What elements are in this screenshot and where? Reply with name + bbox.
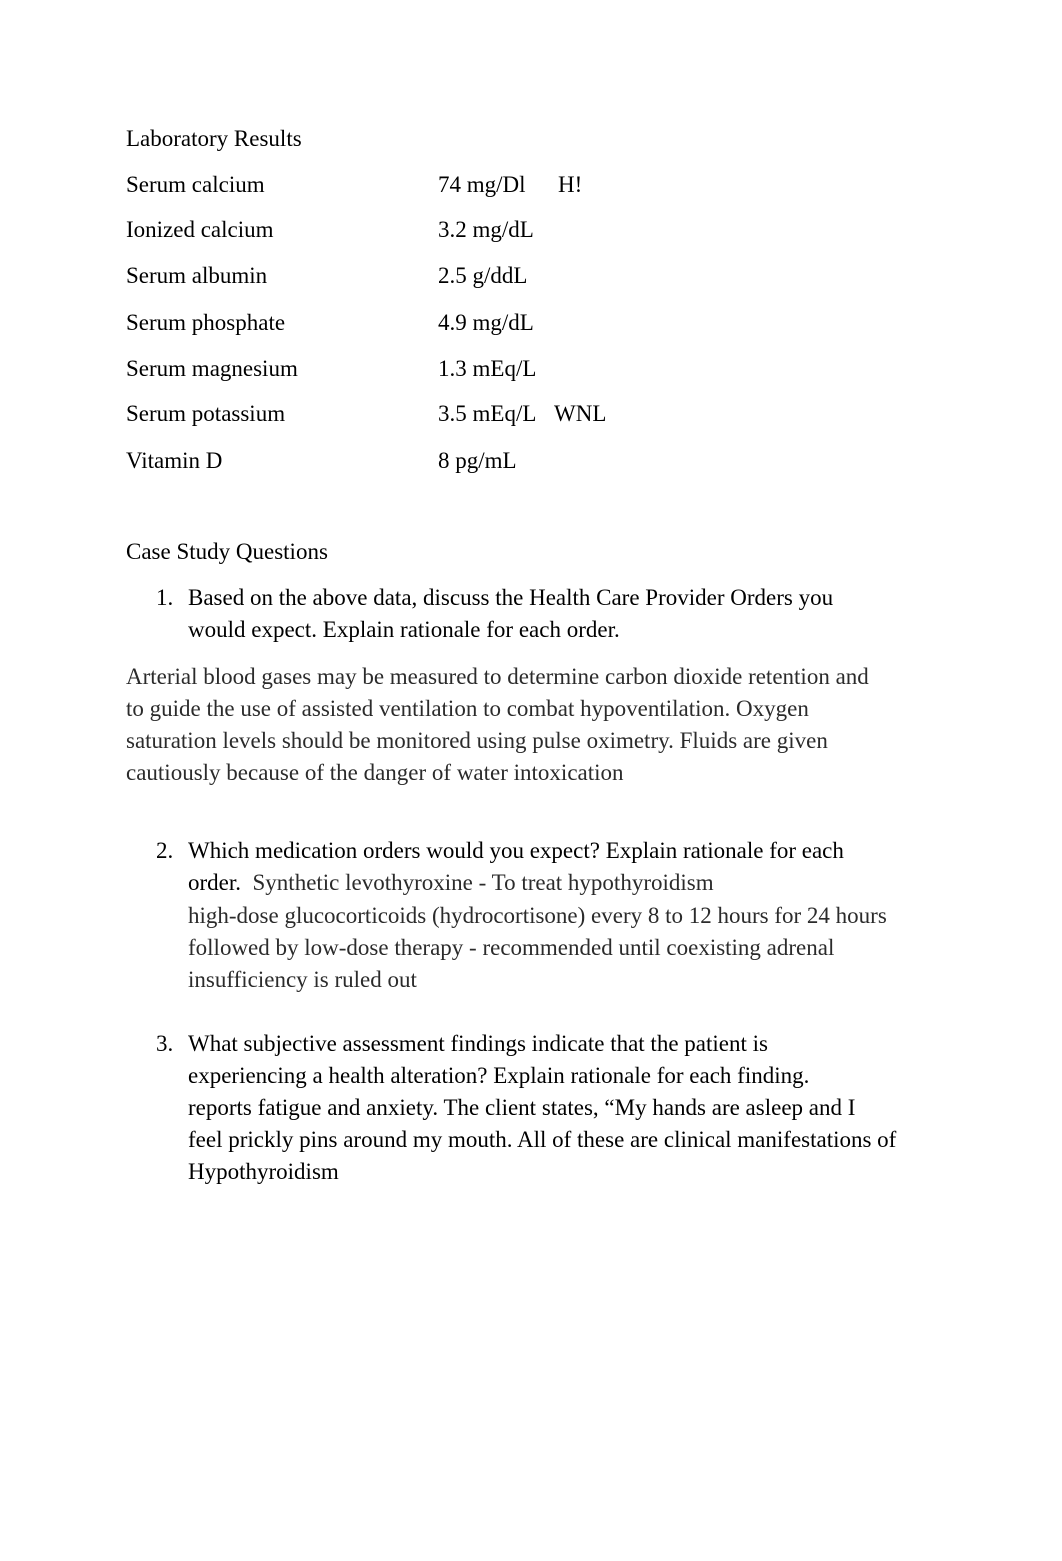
question-text: Which medication orders would you expect…	[188, 835, 844, 899]
lab-name: Serum calcium	[126, 172, 265, 197]
lab-flag-high: H!	[558, 172, 583, 197]
lab-name: Serum albumin	[126, 263, 268, 288]
answer-line: to guide the use of assisted ventilation…	[126, 696, 809, 721]
lab-flag-wnl: WNL	[554, 401, 607, 426]
question-text: What subjective assessment findings indi…	[188, 1028, 809, 1092]
answer-line: high-dose glucocorticoids (hydrocortison…	[188, 903, 887, 928]
answer-line: Arterial blood gases may be measured to …	[126, 664, 869, 689]
answer-line: saturation levels should be monitored us…	[126, 728, 828, 753]
question-line: Which medication orders would you expect…	[188, 838, 844, 863]
question-line: What subjective assessment findings indi…	[188, 1031, 768, 1056]
lab-value: 3.2 mg/dL	[438, 217, 534, 242]
lab-value: 74 mg/Dl	[438, 172, 526, 197]
question-number: 1.	[156, 585, 174, 610]
lab-name: Ionized calcium	[126, 217, 274, 242]
answer-line: Hypothyroidism	[188, 1159, 339, 1184]
question-line-mixed: order. Synthetic levothyroxine - To trea…	[188, 867, 844, 899]
lab-value: 3.5 mEq/L	[438, 401, 537, 426]
answer-line: insufficiency is ruled out	[188, 967, 417, 992]
question-line: experiencing a health alteration? Explai…	[188, 1063, 810, 1088]
question-number: 3.	[156, 1031, 174, 1056]
lab-value: 8 pg/mL	[438, 448, 517, 473]
answer-3: reports fatigue and anxiety. The client …	[188, 1092, 896, 1188]
answer-line: feel prickly pins around my mouth. All o…	[188, 1127, 897, 1152]
question-line: Based on the above data, discuss the Hea…	[188, 585, 834, 610]
question-line: would expect. Explain rationale for each…	[188, 617, 620, 642]
answer-line: followed by low-dose therapy - recommend…	[188, 935, 835, 960]
case-study-title: Case Study Questions	[126, 539, 328, 564]
lab-name: Serum phosphate	[126, 310, 286, 335]
answer-1: Arterial blood gases may be measured to …	[126, 661, 869, 789]
answer-line: reports fatigue and anxiety. The client …	[188, 1095, 856, 1120]
lab-value: 4.9 mg/dL	[438, 310, 534, 335]
lab-value: 1.3 mEq/L	[438, 356, 537, 381]
lab-name: Serum magnesium	[126, 356, 298, 381]
document-page: Laboratory Results Serum calcium 74 mg/D…	[0, 0, 1062, 1561]
lab-results-title: Laboratory Results	[126, 126, 302, 151]
question-text: Based on the above data, discuss the Hea…	[188, 582, 833, 646]
lab-value: 2.5 g/ddL	[438, 263, 528, 288]
lab-name: Vitamin D	[126, 448, 223, 473]
question-line-end: order.	[188, 870, 242, 895]
answer-line: cautiously because of the danger of wate…	[126, 760, 624, 785]
answer-2: high-dose glucocorticoids (hydrocortison…	[188, 900, 887, 996]
question-number: 2.	[156, 838, 174, 863]
lab-name: Serum potassium	[126, 401, 286, 426]
answer-inline: Synthetic levothyroxine - To treat hypot…	[252, 870, 714, 895]
